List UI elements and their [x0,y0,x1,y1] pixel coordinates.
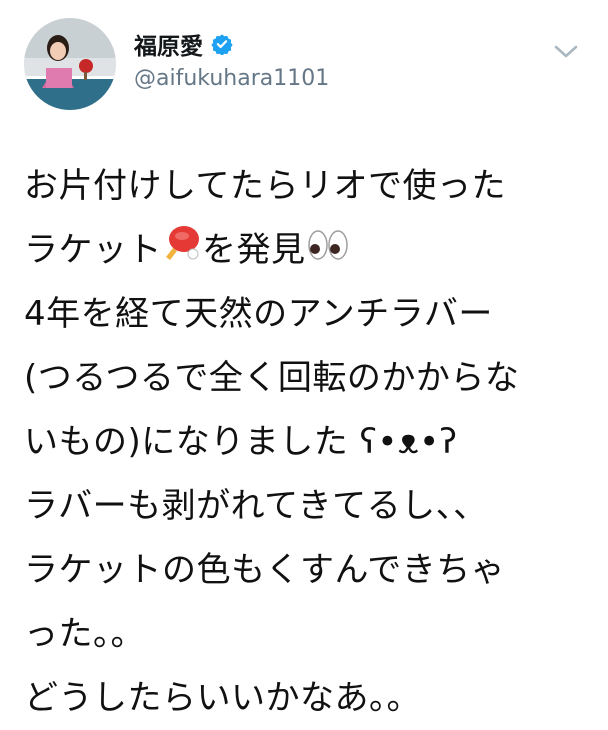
tweet-line-segment: ラケット [24,230,162,270]
display-name[interactable]: 福原愛 [134,27,203,61]
display-name-row: 福原愛 [134,26,329,62]
tweet-line: ラケット を発見 [24,218,586,282]
eyes-emoji [306,220,350,284]
tweet-line: いもの)になりました ʕ•ᴥ•ʔ [24,422,458,462]
tweet-line-segment: を発見 [202,230,306,270]
ping-pong-paddle-emoji [162,220,202,284]
tweet-line: ラケットの色もくすんできちゃ [24,550,506,590]
chevron-down-icon[interactable] [552,42,580,62]
tweet-header: 福原愛 @aifukuhara1101 [24,12,584,116]
avatar[interactable] [24,18,116,110]
tweet-line: お片付けしてたらリオで使った [24,166,506,206]
verified-badge-icon [211,33,233,56]
tweet-line: ラバーも剥がれてきてるし、、 [24,486,488,526]
user-names: 福原愛 @aifukuhara1101 [134,26,329,91]
tweet-line: (つるつるで全く回転のかからな [24,358,520,398]
tweet-line: どうしたらいいかなあ。。 [24,678,421,718]
tweet-line: 4年を経て天然のアンチラバー [24,294,493,334]
tweet-line: った。。 [24,614,145,654]
avatar-photo [24,18,116,110]
tweet-text: お片付けしてたらリオで使った ラケット を発見 4年を経て天然のアンチラバー (つ… [24,154,586,730]
user-handle[interactable]: @aifukuhara1101 [134,66,329,91]
